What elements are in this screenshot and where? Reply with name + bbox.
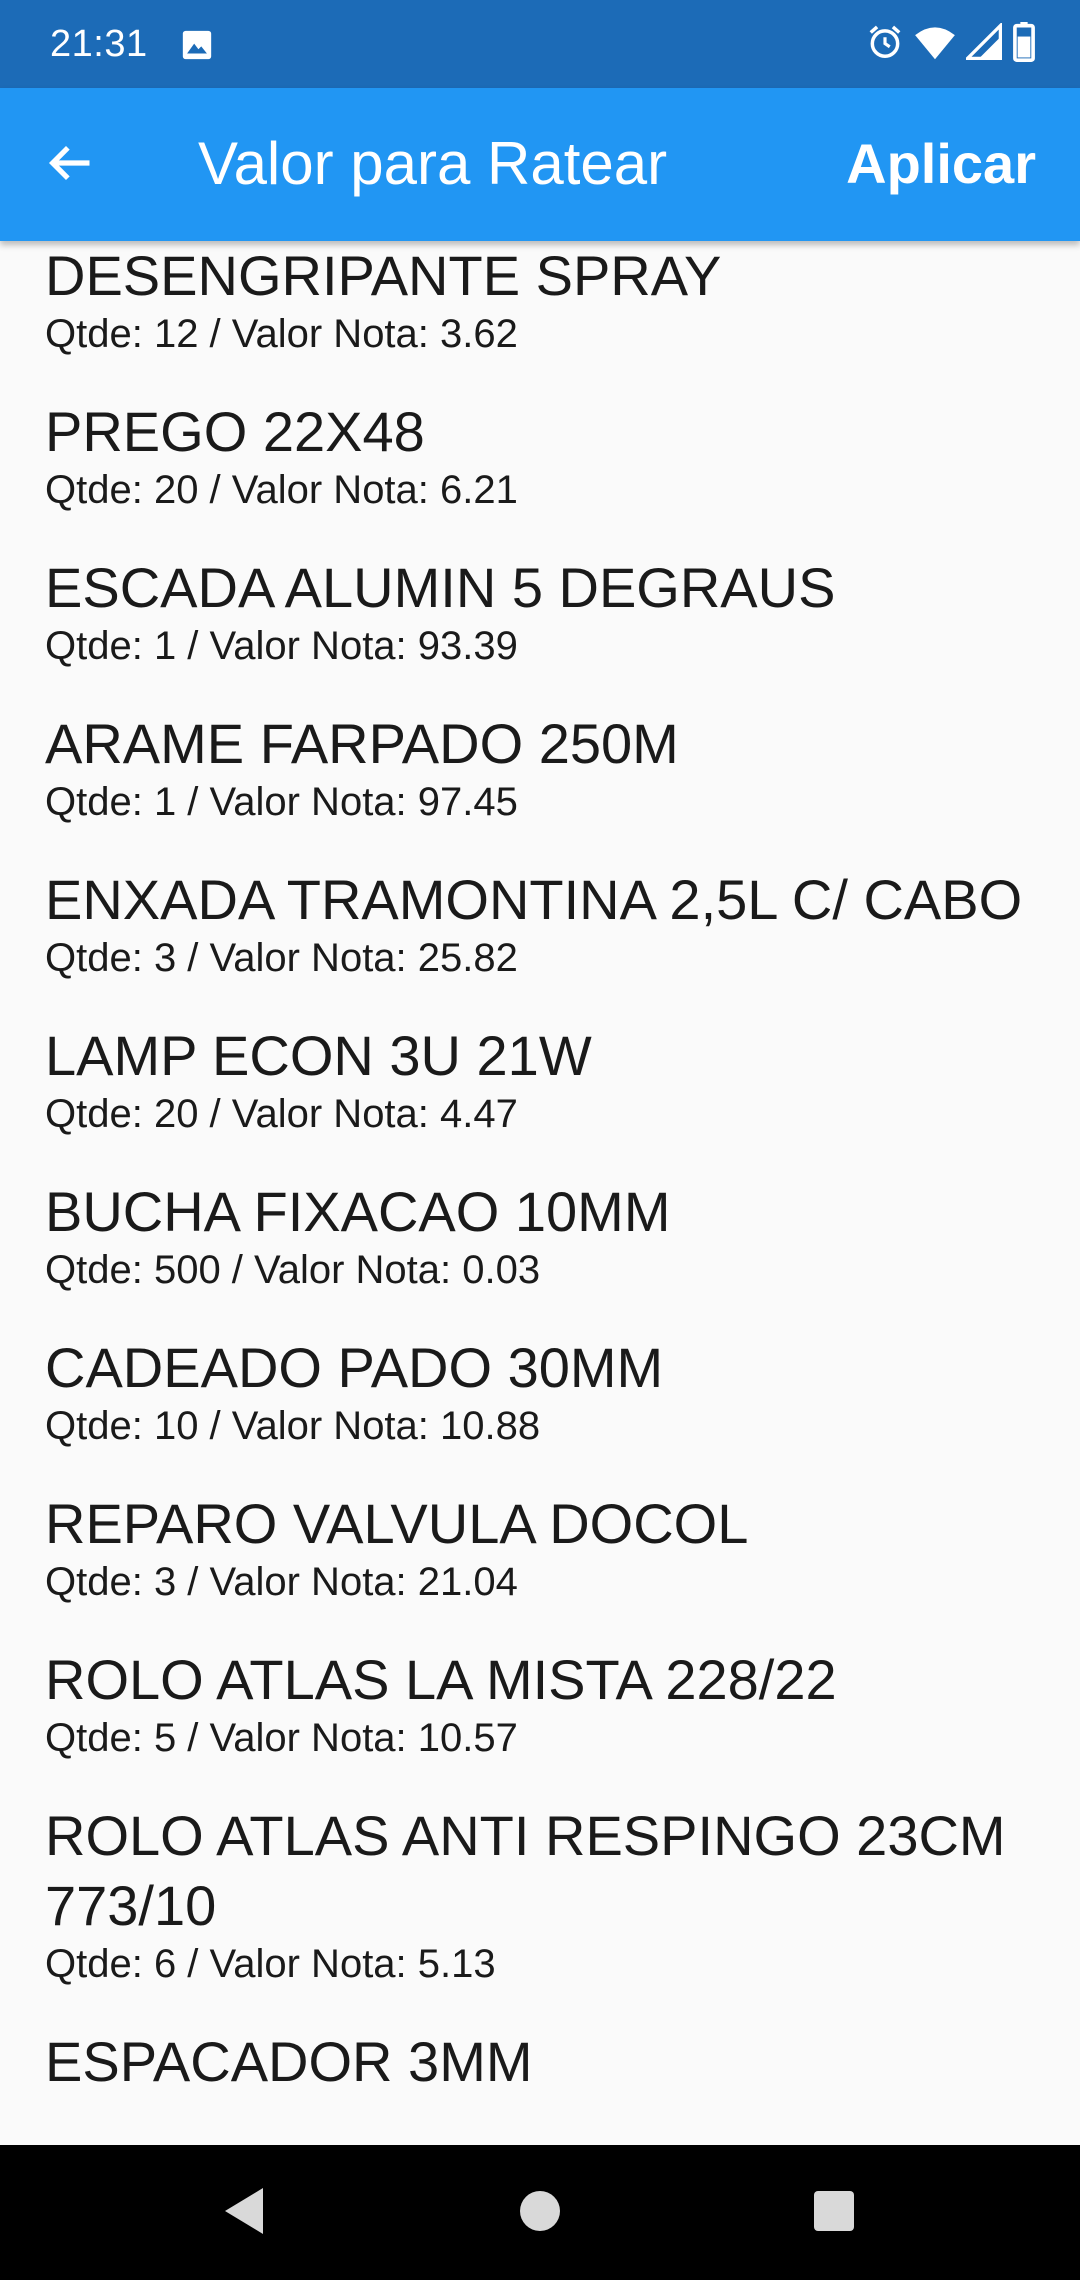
item-name: REPARO VALVULA DOCOL [45, 1492, 749, 1555]
item-detail [45, 2097, 1050, 2137]
list-item[interactable]: ESCADA ALUMIN 5 DEGRAUS Qtde: 1 / Valor … [0, 553, 1080, 709]
item-name: PREGO 22X48 [45, 400, 425, 463]
list-item[interactable]: REPARO VALVULA DOCOL Qtde: 3 / Valor Not… [0, 1489, 1080, 1645]
nav-recents-button[interactable] [799, 2178, 869, 2248]
item-name: ESPACADOR 3MM [45, 2030, 533, 2093]
list-item[interactable]: LAMP ECON 3U 21W Qtde: 20 / Valor Nota: … [0, 1021, 1080, 1177]
item-detail: Qtde: 20 / Valor Nota: 4.47 [45, 1092, 518, 1136]
item-detail: Qtde: 10 / Valor Nota: 10.88 [45, 1404, 541, 1448]
apply-button[interactable]: Aplicar [846, 128, 1036, 200]
item-detail: Qtde: 6 / Valor Nota: 5.13 [45, 1942, 496, 1986]
item-name: ROLO ATLAS ANTI RESPINGO 23CM 773/10 [45, 1804, 1006, 1937]
item-detail: Qtde: 3 / Valor Nota: 21.04 [45, 1560, 518, 1604]
page-title: Valor para Ratear [198, 130, 668, 197]
back-triangle-icon [223, 2186, 267, 2241]
item-detail: Qtde: 12 / Valor Nota: 3.62 [45, 312, 518, 356]
item-name: ENXADA TRAMONTINA 2,5L C/ CABO [45, 868, 1023, 931]
app-bar: Valor para Ratear Aplicar [0, 88, 1080, 241]
item-detail: Qtde: 1 / Valor Nota: 97.45 [45, 780, 518, 824]
item-detail: Qtde: 20 / Valor Nota: 6.21 [45, 468, 518, 512]
product-list[interactable]: DESENGRIPANTE SPRAY Qtde: 12 / Valor Not… [0, 241, 1080, 2145]
item-name: ESCADA ALUMIN 5 DEGRAUS [45, 556, 836, 619]
list-item[interactable]: ROLO ATLAS ANTI RESPINGO 23CM 773/10 Qtd… [0, 1801, 1080, 2027]
battery-icon [1012, 21, 1036, 67]
list-item[interactable]: BUCHA FIXACAO 10MM Qtde: 500 / Valor Not… [0, 1177, 1080, 1333]
item-name: ARAME FARPADO 250M [45, 712, 679, 775]
signal-icon [963, 21, 1002, 66]
item-detail: Qtde: 5 / Valor Nota: 10.57 [45, 1716, 518, 1760]
item-name: BUCHA FIXACAO 10MM [45, 1180, 671, 1243]
item-name: CADEADO PADO 30MM [45, 1336, 664, 1399]
item-name: LAMP ECON 3U 21W [45, 1024, 592, 1087]
item-name: ROLO ATLAS LA MISTA 228/22 [45, 1648, 837, 1711]
list-item[interactable]: ARAME FARPADO 250M Qtde: 1 / Valor Nota:… [0, 709, 1080, 865]
image-icon [180, 28, 214, 62]
wifi-icon [914, 23, 956, 66]
list-item[interactable]: ESPACADOR 3MM [0, 2027, 1080, 2137]
item-detail: Qtde: 3 / Valor Nota: 25.82 [45, 936, 518, 980]
list-item[interactable]: DESENGRIPANTE SPRAY Qtde: 12 / Valor Not… [0, 241, 1080, 397]
recents-square-icon [814, 2190, 854, 2236]
home-circle-icon [518, 2189, 562, 2238]
item-detail: Qtde: 1 / Valor Nota: 93.39 [45, 624, 518, 668]
nav-back-button[interactable] [210, 2178, 280, 2248]
status-bar: 21:31 [0, 0, 1080, 88]
nav-home-button[interactable] [505, 2178, 575, 2248]
list-item[interactable]: PREGO 22X48 Qtde: 20 / Valor Nota: 6.21 [0, 397, 1080, 553]
navigation-bar [0, 2145, 1080, 2280]
item-detail: Qtde: 500 / Valor Nota: 0.03 [45, 1248, 541, 1292]
arrow-back-icon [44, 137, 96, 194]
list-item[interactable]: ENXADA TRAMONTINA 2,5L C/ CABO Qtde: 3 /… [0, 865, 1080, 1021]
status-time: 21:31 [50, 23, 148, 65]
list-item[interactable]: ROLO ATLAS LA MISTA 228/22 Qtde: 5 / Val… [0, 1645, 1080, 1801]
alarm-icon [866, 23, 904, 66]
back-button[interactable] [36, 131, 104, 199]
status-icons [866, 21, 1036, 67]
list-item[interactable]: CADEADO PADO 30MM Qtde: 10 / Valor Nota:… [0, 1333, 1080, 1489]
item-name: DESENGRIPANTE SPRAY [45, 244, 722, 307]
